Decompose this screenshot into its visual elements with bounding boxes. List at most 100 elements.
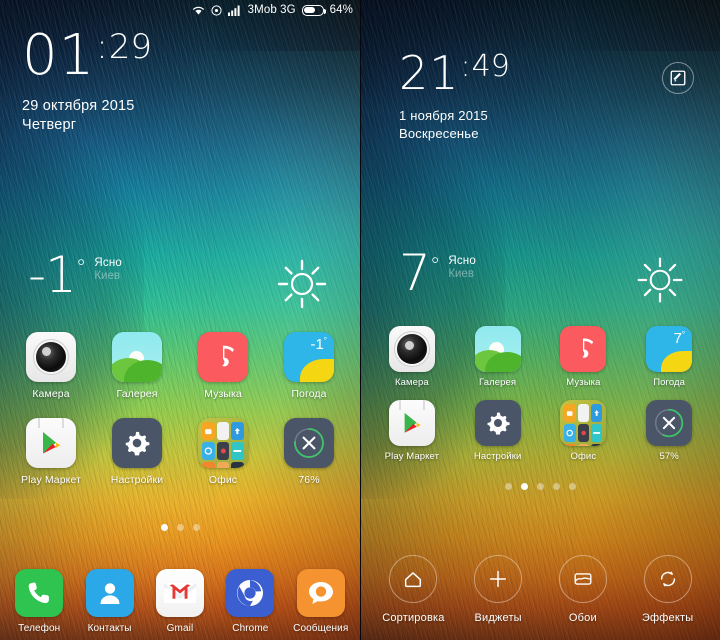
app-label: 57% [659, 451, 679, 462]
gallery-icon [112, 332, 162, 382]
app-gallery[interactable]: Галерея [100, 332, 174, 400]
status-bar: 3Mob 3G 64% [0, 0, 360, 20]
clock-hours: 01 [22, 23, 96, 88]
chrome-icon [226, 569, 275, 617]
weather-widget[interactable]: -1° Ясно Киев [0, 246, 360, 309]
app-cleaner[interactable]: 76% [272, 418, 346, 486]
app-label: Настройки [473, 451, 522, 462]
weather-condition: Ясно [448, 255, 476, 267]
page-indicator-right[interactable] [361, 483, 720, 490]
app-grid-right: Камера Галерея Музыка 7° Погода Play Мар… [361, 326, 720, 462]
dock-label: Сообщения [293, 623, 349, 634]
app-label: Музыка [204, 388, 242, 400]
weather-temperature: -1° [28, 246, 86, 304]
app-folder-office[interactable]: N Офис [186, 418, 260, 486]
app-label: Настройки [110, 474, 164, 486]
toolbar-label: Виджеты [474, 612, 522, 624]
page-dot[interactable] [569, 483, 576, 490]
folder-office-icon: N [198, 418, 248, 468]
toolbar-effects[interactable]: Эффекты [628, 555, 708, 624]
app-weather[interactable]: -1° Погода [272, 332, 346, 400]
phone-screen-right: 21 : 49 1 ноября 2015 Воскресенье 7° Ясн… [360, 0, 720, 640]
app-gallery[interactable]: Галерея [461, 326, 535, 388]
camera-icon [388, 326, 435, 372]
dock-item-gmail[interactable]: Gmail [146, 569, 214, 634]
page-dot[interactable] [192, 524, 200, 531]
phone-icon [15, 569, 64, 617]
app-folder-office[interactable]: N Офис [546, 400, 620, 462]
app-play-store[interactable]: Play Маркет [375, 400, 449, 462]
edit-pencil-square-icon[interactable] [662, 62, 694, 94]
toolbar-wallpaper[interactable]: Обои [543, 555, 623, 624]
app-row-1: Камера Галерея Музыка 7° Погода [361, 326, 720, 388]
camera-icon [26, 332, 76, 382]
page-dot[interactable] [553, 483, 560, 490]
app-play-store[interactable]: Play Маркет [14, 418, 88, 486]
app-cleaner[interactable]: 57% [632, 400, 706, 462]
do-not-disturb-icon [211, 4, 222, 16]
app-label: Погода [653, 377, 686, 388]
clock-colon: : [460, 49, 471, 84]
app-settings[interactable]: Настройки [100, 418, 174, 486]
home-outline-icon [389, 555, 438, 603]
app-label: Play Маркет [21, 474, 81, 486]
page-dot[interactable] [537, 483, 544, 490]
edit-mode-toolbar: Сортировка Виджеты Обои Эффекты [361, 555, 720, 624]
dock-label: Gmail [166, 623, 194, 634]
play-store-icon [388, 400, 435, 446]
page-dot[interactable] [521, 483, 528, 490]
page-dot[interactable] [176, 524, 184, 531]
clock-colon: : [96, 27, 108, 67]
clock-time: 21 : 49 [399, 50, 510, 96]
app-camera[interactable]: Камера [375, 326, 449, 388]
page-dot[interactable] [505, 483, 512, 490]
app-row-2: Play Маркет Настройки [361, 400, 720, 462]
refresh-cycle-icon [643, 555, 692, 603]
phone-screen-left: 3Mob 3G 64% 01 : 29 29 октября 2015 Четв… [0, 0, 360, 640]
weather-icon-badge: 7° [673, 330, 686, 347]
gear-icon [112, 418, 162, 468]
clock-date: 29 октября 2015 [22, 98, 135, 114]
app-weather[interactable]: 7° Погода [632, 326, 706, 388]
degree-symbol: ° [75, 255, 86, 280]
clock-widget[interactable]: 01 : 29 29 октября 2015 Четверг [22, 23, 152, 134]
app-label: Погода [291, 388, 327, 400]
page-dot[interactable] [160, 524, 168, 531]
app-label: Музыка [566, 377, 601, 388]
gmail-icon [155, 569, 204, 617]
dock-item-contacts[interactable]: Контакты [76, 569, 144, 634]
dock-item-messages[interactable]: Сообщения [287, 569, 355, 634]
app-label: Офис [570, 451, 597, 462]
page-indicator-left[interactable] [0, 524, 360, 531]
messages-icon [296, 569, 345, 617]
app-settings[interactable]: Настройки [461, 400, 535, 462]
gear-icon [474, 400, 521, 446]
cleaner-icon [284, 418, 334, 468]
app-grid-left: Камера Галерея Музыка -1° Погода Play Ма… [0, 332, 360, 486]
app-row-2: Play Маркет Настройки [0, 418, 360, 486]
weather-icon-badge: -1° [310, 336, 327, 353]
dock-item-chrome[interactable]: Chrome [216, 569, 284, 634]
dock-item-phone[interactable]: Телефон [5, 569, 73, 634]
weather-condition: Ясно [94, 257, 122, 269]
weather-icon: 7° [646, 326, 693, 372]
app-row-1: Камера Галерея Музыка -1° Погода [0, 332, 360, 400]
toolbar-widgets[interactable]: Виджеты [458, 555, 538, 624]
app-music[interactable]: Музыка [546, 326, 620, 388]
clock-date: 1 ноября 2015 [399, 108, 488, 123]
toolbar-sort[interactable]: Сортировка [373, 555, 453, 624]
weather-icon: -1° [284, 332, 334, 382]
plus-icon [474, 555, 523, 603]
sun-icon [274, 256, 330, 317]
clock-widget[interactable]: 21 : 49 1 ноября 2015 Воскресенье [399, 50, 510, 141]
degree-symbol: ° [429, 253, 440, 278]
weather-widget[interactable]: 7° Ясно Киев [361, 248, 720, 303]
dock-label: Телефон [18, 623, 61, 634]
app-music[interactable]: Музыка [186, 332, 260, 400]
dock-label: Chrome [232, 623, 269, 634]
app-label: 76% [298, 474, 320, 486]
clock-hours: 21 [399, 46, 460, 100]
app-camera[interactable]: Камера [14, 332, 88, 400]
gallery-icon [474, 326, 521, 372]
sun-icon [634, 254, 686, 311]
